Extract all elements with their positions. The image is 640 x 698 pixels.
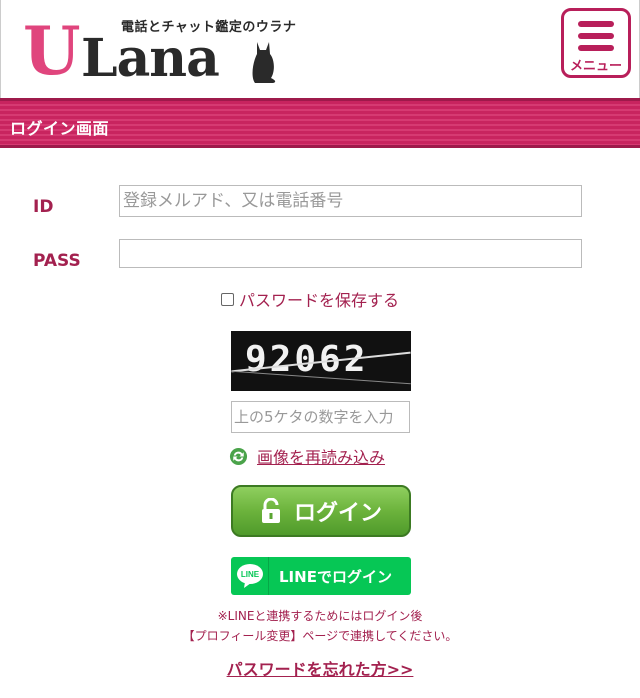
cat-icon (252, 42, 276, 83)
line-icon: LINE (231, 557, 269, 595)
menu-label: メニュー (569, 59, 622, 74)
page-title-bar: ログイン画面 (0, 98, 640, 148)
line-note-line1: ※LINEと連携するためにはログイン後 (217, 609, 423, 623)
save-password-checkbox[interactable] (221, 292, 234, 306)
captcha-input[interactable] (231, 401, 410, 433)
hamburger-icon-bar (578, 33, 614, 39)
save-password-row[interactable]: パスワードを保存する (221, 288, 399, 310)
refresh-icon (229, 447, 248, 465)
hamburger-icon (578, 21, 614, 27)
id-label: ID (33, 197, 54, 217)
save-password-label[interactable]: パスワードを保存する (239, 287, 399, 311)
reload-captcha-link[interactable]: 画像を再読み込み (229, 444, 385, 468)
forgot-password-link[interactable]: パスワードを忘れた方>> (0, 656, 640, 680)
reload-captcha-label[interactable]: 画像を再読み込み (257, 444, 385, 468)
password-input[interactable] (119, 239, 582, 268)
logo-letter: U (23, 12, 81, 90)
line-note-line2: 【プロフィール変更】ページで連携してください。 (182, 629, 458, 643)
line-login-label: LINEでログイン (279, 567, 392, 586)
captcha-image: 92062 (231, 331, 411, 391)
menu-button[interactable]: メニュー (561, 8, 631, 78)
hamburger-icon-bar (578, 45, 614, 51)
login-button[interactable]: ログイン (231, 485, 411, 537)
pass-label: PASS (33, 251, 81, 271)
site-logo[interactable]: U Lana 電話とチャット鑑定のウラナ (23, 12, 296, 90)
logo-word: Lana (81, 28, 220, 89)
site-header: U Lana 電話とチャット鑑定のウラナ メニュー (0, 0, 640, 98)
line-login-button[interactable]: LINE LINEでログイン (231, 557, 411, 595)
line-icon-text: LINE (240, 570, 259, 579)
unlock-icon (261, 498, 280, 523)
login-button-label: ログイン (293, 501, 382, 526)
logo-tagline: 電話とチャット鑑定のウラナ (121, 20, 297, 35)
page-title: ログイン画面 (10, 119, 110, 138)
id-input[interactable] (119, 185, 582, 217)
